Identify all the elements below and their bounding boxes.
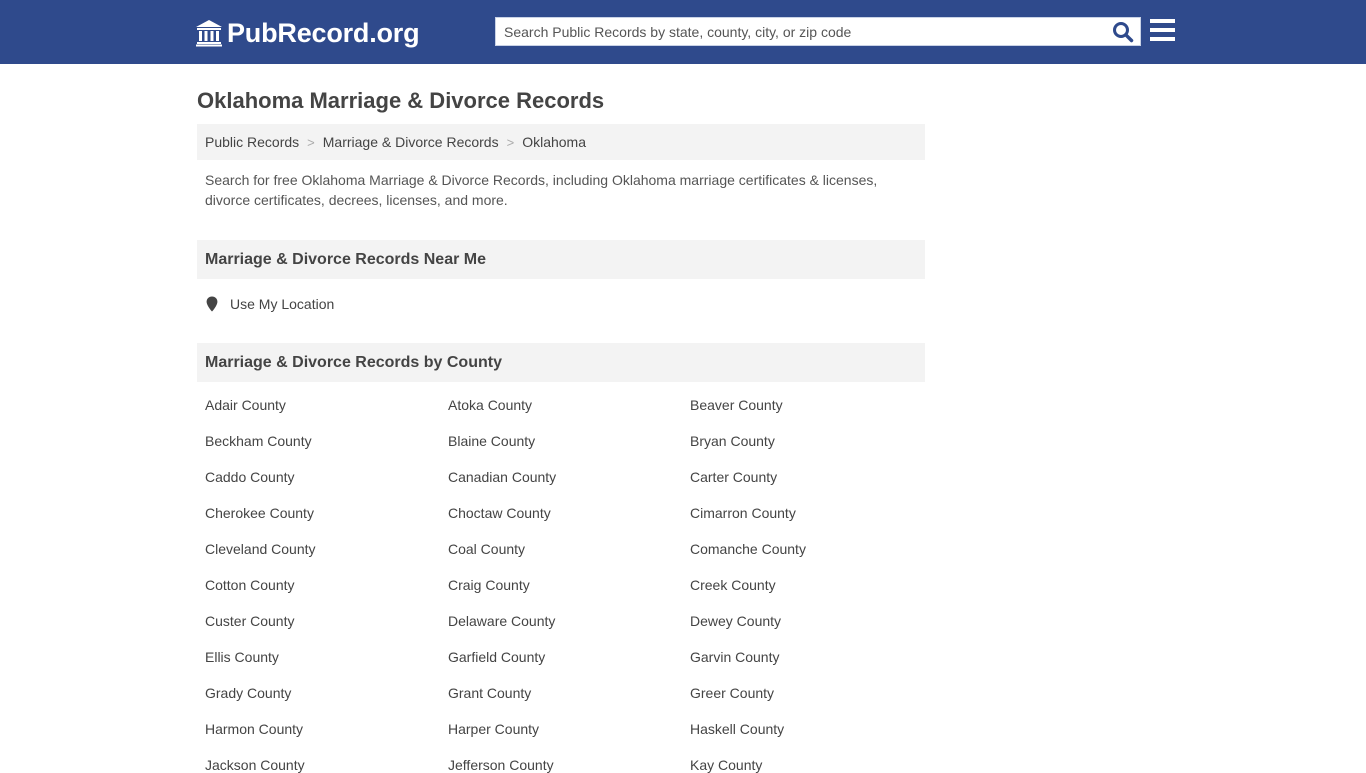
by-county-heading: Marriage & Divorce Records by County [197,343,925,382]
county-link[interactable]: Grant County [448,685,531,701]
county-link[interactable]: Coal County [448,541,525,557]
county-link[interactable]: Harmon County [205,721,303,737]
county-link[interactable]: Delaware County [448,613,555,629]
breadcrumb-marriage-divorce-records[interactable]: Marriage & Divorce Records [323,134,499,150]
county-link[interactable]: Haskell County [690,721,784,737]
search-input[interactable] [496,18,1106,45]
county-link[interactable]: Grady County [205,685,291,701]
county-link[interactable]: Cotton County [205,577,295,593]
county-link[interactable]: Harper County [448,721,539,737]
page-title: Oklahoma Marriage & Divorce Records [197,88,605,113]
breadcrumb-oklahoma[interactable]: Oklahoma [522,134,586,150]
county-link[interactable]: Jefferson County [448,757,554,773]
county-link[interactable]: Blaine County [448,433,535,449]
map-pin-icon [206,296,218,312]
county-link[interactable]: Ellis County [205,649,279,665]
county-link[interactable]: Bryan County [690,433,775,449]
county-link[interactable]: Greer County [690,685,774,701]
county-link[interactable]: Cherokee County [205,505,314,521]
near-me-heading: Marriage & Divorce Records Near Me [197,240,925,279]
county-link[interactable]: Choctaw County [448,505,551,521]
county-link[interactable]: Garfield County [448,649,545,665]
intro-text: Search for free Oklahoma Marriage & Divo… [205,172,878,208]
county-link[interactable]: Craig County [448,577,530,593]
breadcrumb-public-records[interactable]: Public Records [205,134,299,150]
site-logo[interactable]: PubRecord.org [195,16,420,50]
hamburger-icon[interactable] [1150,19,1175,41]
county-link[interactable]: Caddo County [205,469,295,485]
county-link[interactable]: Cleveland County [205,541,316,557]
logo-text: PubRecord.org [227,17,420,48]
top-navigation-bar: PubRecord.org [0,0,1366,64]
county-link[interactable]: Canadian County [448,469,556,485]
county-link[interactable]: Jackson County [205,757,305,773]
breadcrumb: Public Records > Marriage & Divorce Reco… [197,124,925,160]
county-link[interactable]: Custer County [205,613,294,629]
courthouse-icon [196,20,222,47]
use-my-location-label: Use My Location [230,296,335,312]
county-link[interactable]: Creek County [690,577,776,593]
magnifier-icon[interactable] [1112,21,1134,43]
county-link[interactable]: Carter County [690,469,777,485]
county-link[interactable]: Dewey County [690,613,781,629]
breadcrumb-separator: > [307,134,315,150]
county-link[interactable]: Garvin County [690,649,779,665]
county-link[interactable]: Cimarron County [690,505,796,521]
county-link[interactable]: Beaver County [690,397,783,413]
search-box [495,17,1141,46]
breadcrumb-separator: > [506,134,515,150]
county-link[interactable]: Beckham County [205,433,312,449]
county-link[interactable]: Adair County [205,397,286,413]
use-my-location-link[interactable]: Use My Location [206,296,334,312]
county-link[interactable]: Comanche County [690,541,806,557]
county-link[interactable]: Kay County [690,757,762,773]
county-link[interactable]: Atoka County [448,397,532,413]
